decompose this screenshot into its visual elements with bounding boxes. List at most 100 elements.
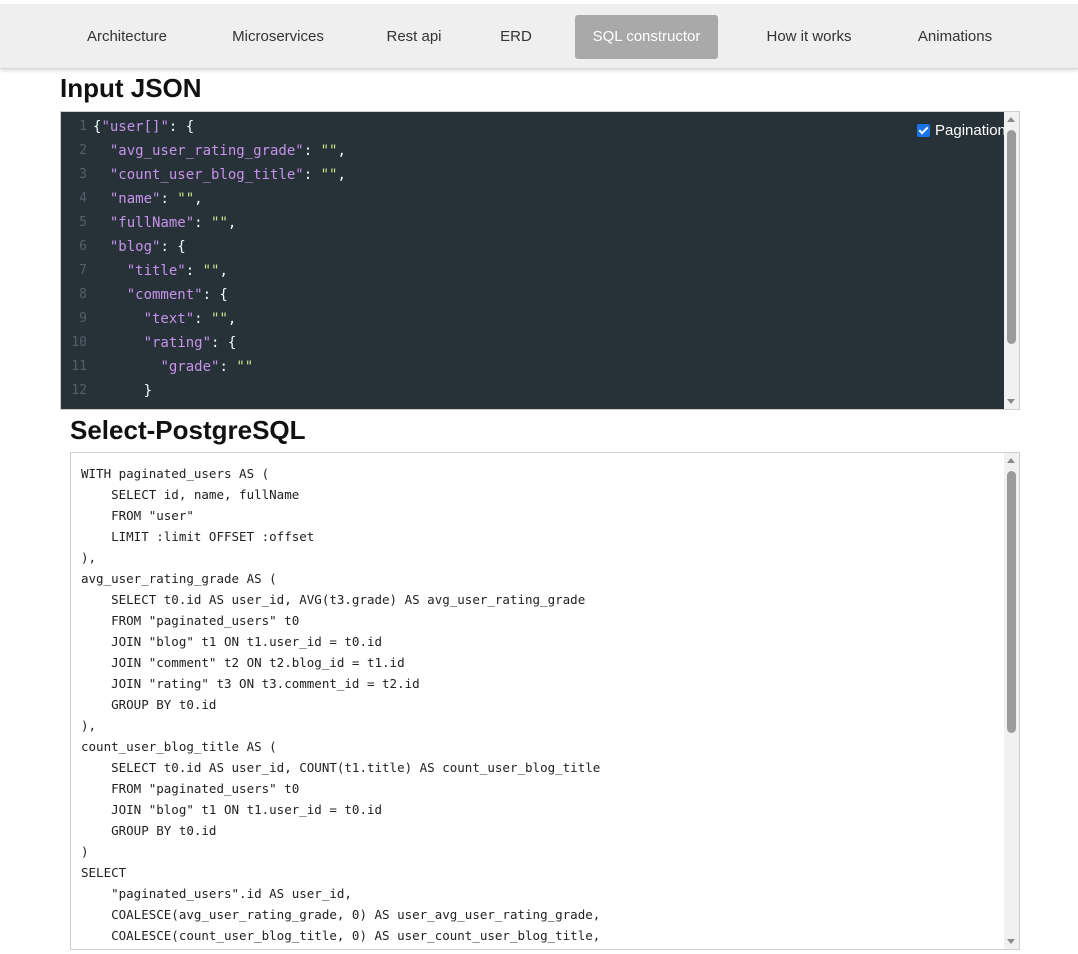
code-text: "comment": { xyxy=(93,283,228,307)
code-token: : xyxy=(194,215,212,231)
nav-tab-how-it-works[interactable]: How it works xyxy=(749,15,869,59)
code-token: "user[]" xyxy=(101,119,169,135)
scroll-down-icon[interactable] xyxy=(1007,939,1015,944)
line-number: 3 xyxy=(79,167,87,182)
code-text: "rating": { xyxy=(93,331,237,355)
code-token: "rating" xyxy=(143,335,212,351)
code-text: "blog": { xyxy=(93,235,186,259)
code-text: "count_user_blog_title": "", xyxy=(93,163,346,187)
code-line: 8 "comment": { xyxy=(61,283,901,307)
code-token: "grade" xyxy=(160,359,220,375)
code-line: 7 "title": "", xyxy=(61,259,901,283)
line-number: 11 xyxy=(71,359,87,374)
code-line: 2 "avg_user_rating_grade": "", xyxy=(61,139,901,163)
code-token: : { xyxy=(202,287,228,303)
code-text: "text": "", xyxy=(93,307,237,331)
sql-line: SELECT xyxy=(81,865,127,880)
top-nav: Architecture Microservices Rest api ERD … xyxy=(0,4,1078,69)
code-token: , xyxy=(227,311,237,327)
scrollbar-thumb[interactable] xyxy=(1007,130,1016,344)
sql-line: GROUP BY t0.id xyxy=(81,823,217,838)
code-token: : xyxy=(160,191,178,207)
sql-line: ), xyxy=(81,550,97,565)
code-token: : { xyxy=(211,335,237,351)
code-line: 1 {"user[]": { xyxy=(61,115,901,139)
code-token: , xyxy=(227,215,237,231)
code-token: , xyxy=(337,143,346,159)
sql-line: JOIN "blog" t1 ON t1.user_id = t0.id xyxy=(81,802,383,817)
nav-tab-erd[interactable]: ERD xyxy=(487,15,545,59)
code-text: "title": "", xyxy=(93,259,228,283)
scroll-up-icon[interactable] xyxy=(1007,458,1015,463)
code-token: : xyxy=(303,167,321,183)
code-text: "grade": "" xyxy=(93,355,253,379)
code-line: 4 "name": "", xyxy=(61,187,901,211)
code-token: : xyxy=(219,359,237,375)
sql-line: JOIN "blog" t1 ON t1.user_id = t0.id xyxy=(81,634,383,649)
code-token: : { xyxy=(160,239,186,255)
scrollbar-thumb[interactable] xyxy=(1007,471,1016,733)
code-token: "" xyxy=(236,359,254,375)
sql-line: LIMIT :limit OFFSET :offset xyxy=(81,529,315,544)
code-token: "" xyxy=(211,215,228,231)
line-number: 9 xyxy=(79,311,87,326)
sql-output-box[interactable]: WITH paginated_users AS ( SELECT id, nam… xyxy=(70,452,1020,950)
code-line: 12 } xyxy=(61,379,901,403)
sql-line: "paginated_users".id AS user_id, xyxy=(81,886,352,901)
code-text: {"user[]": { xyxy=(93,115,194,139)
code-line: 6 "blog": { xyxy=(61,235,901,259)
code-token: "" xyxy=(320,167,338,183)
pagination-toggle[interactable]: Pagination xyxy=(917,122,1006,139)
line-number: 6 xyxy=(79,239,87,254)
code-text: "name": "", xyxy=(93,187,203,211)
sql-line: SELECT t0.id AS user_id, COUNT(t1.title)… xyxy=(81,760,601,775)
code-token: : { xyxy=(168,119,195,135)
sql-line: SELECT id, name, fullName xyxy=(81,487,300,502)
sql-line: GROUP BY t0.id xyxy=(81,697,217,712)
sql-line: SELECT t0.id AS user_id, AVG(t3.grade) A… xyxy=(81,592,586,607)
code-token: "fullName" xyxy=(109,215,195,231)
code-token: "blog" xyxy=(109,239,161,255)
sql-output-title: Select-PostgreSQL xyxy=(70,415,306,445)
code-token: : xyxy=(185,263,203,279)
nav-tab-sql-constructor[interactable]: SQL constructor xyxy=(575,15,718,59)
code-text: "fullName": "", xyxy=(93,211,236,235)
line-number: 2 xyxy=(79,143,87,158)
code-token: "" xyxy=(211,311,228,327)
code-token: "avg_user_rating_grade" xyxy=(109,143,304,159)
pagination-label: Pagination xyxy=(935,122,1006,139)
code-token: } xyxy=(143,383,153,399)
line-number: 4 xyxy=(79,191,87,206)
code-line: 9 "text": "", xyxy=(61,307,901,331)
sql-line: JOIN "rating" t3 ON t3.comment_id = t2.i… xyxy=(81,676,420,691)
code-token: "text" xyxy=(143,311,195,327)
code-token: "comment" xyxy=(126,287,203,303)
scroll-down-icon[interactable] xyxy=(1007,399,1015,404)
code-token: "" xyxy=(320,143,338,159)
scroll-up-icon[interactable] xyxy=(1007,117,1015,122)
json-editor[interactable]: 1 {"user[]": {2 "avg_user_rating_grade": … xyxy=(60,111,1020,410)
line-number: 1 xyxy=(79,119,87,134)
code-token: "name" xyxy=(109,191,161,207)
pagination-checkbox-icon[interactable] xyxy=(917,124,930,137)
code-token: , xyxy=(337,167,346,183)
json-editor-scrollbar[interactable] xyxy=(1004,112,1019,409)
nav-tab-architecture[interactable]: Architecture xyxy=(70,15,184,59)
nav-tab-microservices[interactable]: Microservices xyxy=(220,15,336,59)
sql-output-scrollbar[interactable] xyxy=(1004,453,1019,949)
nav-tab-animations[interactable]: Animations xyxy=(902,15,1008,59)
code-token: : xyxy=(194,311,212,327)
code-token: "" xyxy=(177,191,195,207)
line-number: 7 xyxy=(79,263,87,278)
sql-line: avg_user_rating_grade AS ( xyxy=(81,571,277,586)
nav-tab-rest-api[interactable]: Rest api xyxy=(372,15,456,59)
line-number: 5 xyxy=(79,215,87,230)
